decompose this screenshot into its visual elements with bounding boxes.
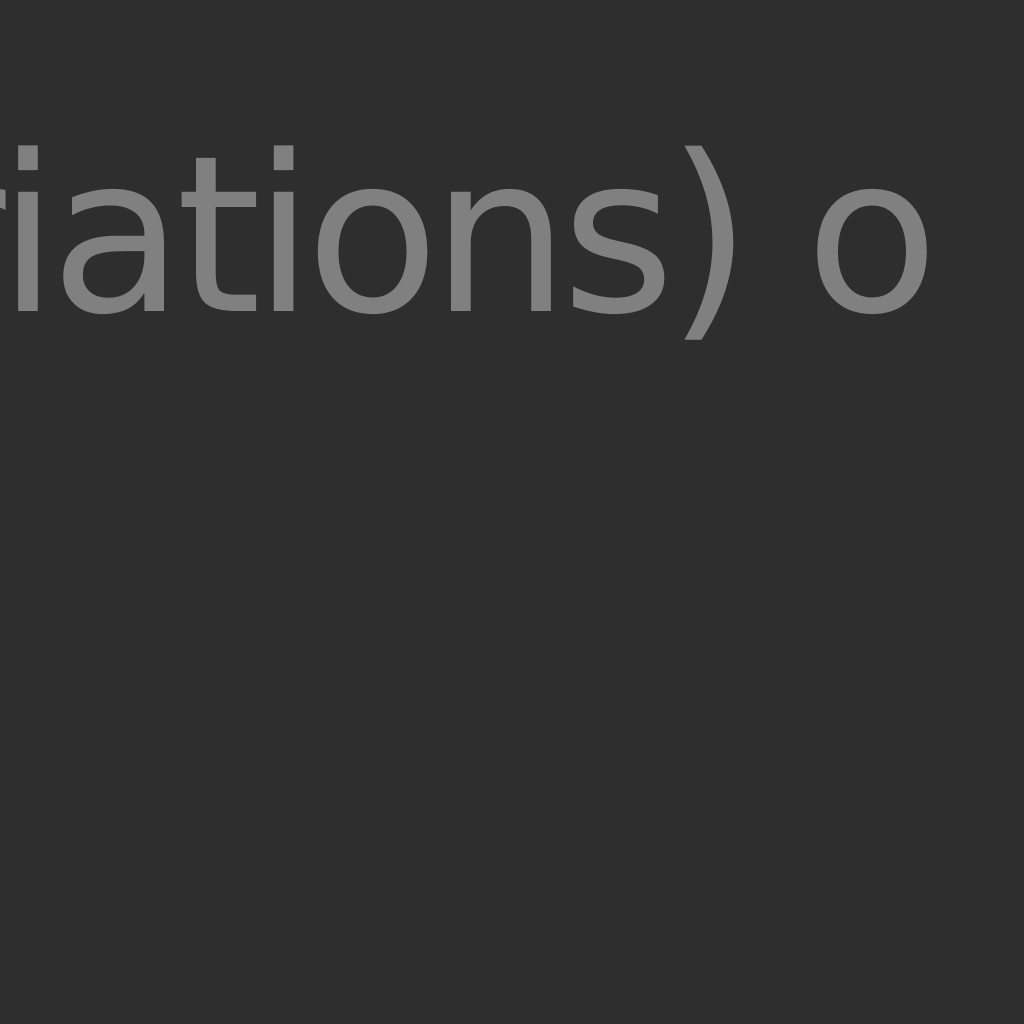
zoomed-text-canvas: riations) o <box>0 0 1024 1024</box>
cropped-text-line: riations) o <box>0 110 939 363</box>
